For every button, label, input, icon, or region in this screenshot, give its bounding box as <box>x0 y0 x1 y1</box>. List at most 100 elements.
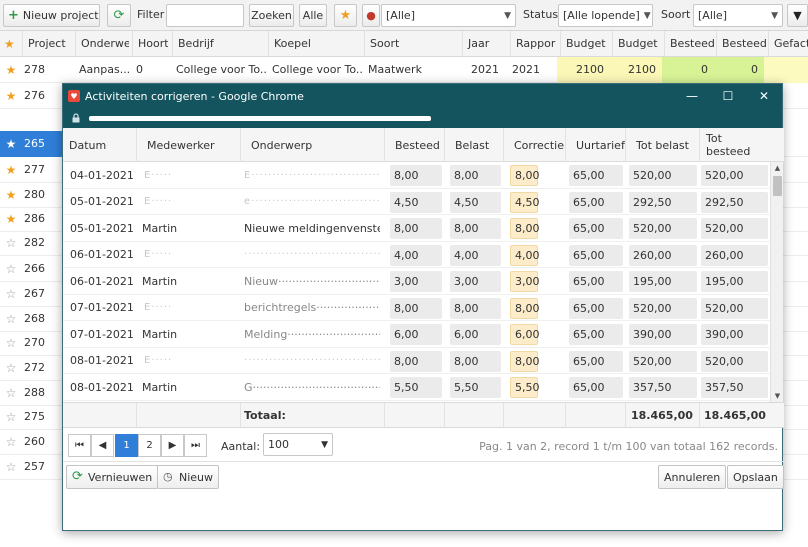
star-icon[interactable]: ★ <box>0 206 22 232</box>
minimize-icon[interactable]: — <box>674 84 710 108</box>
table-row[interactable]: ★ 278 Aanpas... 0 College voor To... Col… <box>0 57 808 83</box>
activity-correctie-input[interactable]: 4,00 <box>510 244 540 266</box>
lock-icon <box>72 113 80 123</box>
col-koepel[interactable]: Koepel <box>268 31 364 57</box>
col-budget-p[interactable]: Budget p <box>560 31 610 57</box>
dialog-titlebar[interactable]: ♥ Activiteiten corrigeren - Google Chrom… <box>63 84 782 108</box>
table-row[interactable]: 06-01-2021 Martin Nieuw·················… <box>63 268 770 295</box>
scroll-up-icon[interactable]: ▲ <box>771 162 784 174</box>
table-row[interactable]: 05-01-2021 Martin Nieuwe meldingenvenste… <box>63 215 770 242</box>
total-label: Totaal: <box>244 409 286 422</box>
col-datum[interactable]: Datum <box>63 128 136 162</box>
new-button[interactable]: ◷ Nieuw <box>157 465 220 489</box>
activity-belast: 8,00 <box>450 165 501 186</box>
col-correctie[interactable]: Correctie <box>503 128 565 162</box>
project-besteed-2: 0 <box>714 57 764 83</box>
star-icon[interactable]: ☆ <box>0 306 22 332</box>
scroll-thumb[interactable] <box>773 176 782 196</box>
col-medewerker[interactable]: Medewerker <box>136 128 240 162</box>
table-row[interactable]: 06-01-2021 E····· ······················… <box>63 242 770 268</box>
filter-funnel-button[interactable]: ▼ <box>787 4 808 27</box>
star-icon[interactable]: ☆ <box>0 281 22 307</box>
activity-correctie-input[interactable]: 8,00 <box>510 350 540 372</box>
filter-input[interactable] <box>166 4 244 27</box>
activity-uurtarief: 65,00 <box>569 271 623 292</box>
star-icon[interactable]: ☆ <box>0 454 22 480</box>
star-icon[interactable]: ☆ <box>0 355 22 381</box>
star-icon[interactable]: ☆ <box>0 256 22 282</box>
col-gefact[interactable]: Gefact. <box>768 31 808 57</box>
activity-correctie-input[interactable]: 8,00 <box>510 165 540 186</box>
first-page-icon[interactable]: ⏮ <box>68 434 91 457</box>
col-onderwerp[interactable]: Onderwe <box>75 31 129 57</box>
all-button[interactable]: Alle <box>299 4 327 27</box>
col-jaar[interactable]: Jaar <box>462 31 508 57</box>
col-tot-belast[interactable]: Tot belast <box>625 128 699 162</box>
star-icon[interactable]: ★ <box>0 157 22 183</box>
col-uurtarief[interactable]: Uurtarief <box>565 128 625 162</box>
sort-select[interactable]: [Alle] ▼ <box>693 4 783 27</box>
col-onderwerp[interactable]: Onderwerp <box>240 128 384 162</box>
next-page-icon[interactable]: ▶ <box>161 434 184 457</box>
col-belast[interactable]: Belast <box>444 128 503 162</box>
col-project[interactable]: Project <box>22 31 72 57</box>
star-icon[interactable]: ☆ <box>0 404 22 430</box>
prev-page-icon[interactable]: ◀ <box>91 434 114 457</box>
page-1-button[interactable]: 1 <box>115 434 138 457</box>
activity-correctie-input[interactable]: 3,00 <box>510 271 540 292</box>
activity-tot-besteed: 520,00 <box>701 350 768 372</box>
col-soort[interactable]: Soort <box>364 31 462 57</box>
refresh-button[interactable]: ⟳ Vernieuwen <box>66 465 159 489</box>
activity-correctie-input[interactable]: 8,00 <box>510 297 540 319</box>
star-icon[interactable]: ☆ <box>0 380 22 406</box>
col-budget-l[interactable]: Budget l <box>612 31 662 57</box>
maximize-icon[interactable]: ☐ <box>710 84 746 108</box>
col-besteed-1[interactable]: Besteed <box>664 31 714 57</box>
dialog-title: Activiteiten corrigeren - Google Chrome <box>85 89 304 103</box>
vertical-scrollbar[interactable]: ▲ ▼ <box>770 162 783 402</box>
col-hoort[interactable]: Hoort <box>132 31 168 57</box>
person-filter-button[interactable]: ● <box>362 4 380 27</box>
activities-body: 04-01-2021 E····· E·····················… <box>63 162 770 402</box>
refresh-button[interactable]: ⟳ <box>107 4 131 27</box>
star-icon[interactable]: ★ <box>0 131 22 157</box>
new-project-button[interactable]: + Nieuw project <box>3 4 100 27</box>
activity-belast: 5,50 <box>450 377 501 398</box>
activity-correctie-input[interactable]: 5,50 <box>510 377 540 398</box>
activity-onderwerp: ······································ <box>244 249 380 260</box>
cancel-button[interactable]: Annuleren <box>658 465 727 489</box>
star-icon[interactable]: ☆ <box>0 230 22 256</box>
favorites-toggle[interactable]: ★ <box>334 4 357 27</box>
star-icon[interactable]: ★ <box>0 182 22 208</box>
star-icon[interactable]: ☆ <box>0 330 22 356</box>
star-icon[interactable]: ★ <box>0 57 22 83</box>
search-button[interactable]: Zoeken <box>249 4 294 27</box>
col-besteed-2[interactable]: Besteed <box>716 31 766 57</box>
divider <box>625 403 626 428</box>
activity-correctie-input[interactable]: 4,50 <box>510 191 540 213</box>
activity-correctie-input[interactable]: 8,00 <box>510 218 540 239</box>
table-row[interactable]: 05-01-2021 E····· e·····················… <box>63 189 770 215</box>
col-bedrijf[interactable]: Bedrijf <box>172 31 267 57</box>
scroll-down-icon[interactable]: ▼ <box>771 390 784 402</box>
table-row[interactable]: 07-01-2021 E····· berichtregels·········… <box>63 295 770 321</box>
table-row[interactable]: 04-01-2021 E····· E·····················… <box>63 162 770 189</box>
star-icon[interactable]: ☆ <box>0 429 22 455</box>
last-page-icon[interactable]: ⏭ <box>184 434 207 457</box>
person-select[interactable]: [Alle] ▼ <box>381 4 516 27</box>
col-besteed[interactable]: Besteed <box>384 128 444 162</box>
col-rapport[interactable]: Rappor <box>510 31 560 57</box>
save-button[interactable]: Opslaan <box>727 465 784 489</box>
table-row[interactable]: 08-01-2021 Martin G·····················… <box>63 374 770 401</box>
table-row[interactable]: 08-01-2021 E····· ······················… <box>63 348 770 374</box>
person-icon: ● <box>366 9 376 22</box>
table-row[interactable]: 07-01-2021 Martin Melding···············… <box>63 321 770 348</box>
filter-label: Filter <box>137 8 165 21</box>
activity-correctie-input[interactable]: 6,00 <box>510 324 540 345</box>
close-icon[interactable]: ✕ <box>746 84 782 108</box>
page-2-button[interactable]: 2 <box>138 434 161 457</box>
star-icon[interactable]: ★ <box>0 83 22 109</box>
amount-select[interactable]: 100 ▼ <box>263 433 333 456</box>
status-select[interactable]: [Alle lopende] ▼ <box>558 4 653 27</box>
col-tot-besteed[interactable]: Tot besteed <box>699 128 769 162</box>
